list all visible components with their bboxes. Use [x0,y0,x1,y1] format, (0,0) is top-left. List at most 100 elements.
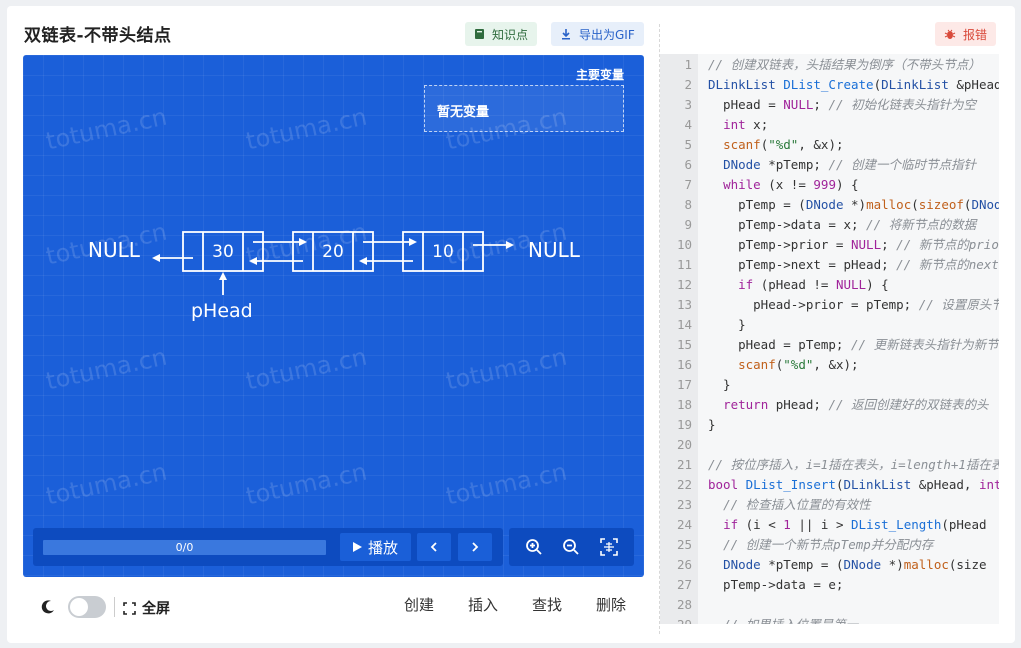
chevron-left-icon [430,542,437,552]
line-number: 16 [676,357,692,372]
code-line: 16 scanf("%d", &x); [660,355,999,375]
line-number: 4 [684,117,692,132]
search-button[interactable]: 查找 [532,594,562,615]
code-line: 24 if (i < 1 || i > DList_Length(pHead [660,515,999,535]
watermark: totuma.cn [43,457,170,511]
line-number: 12 [676,277,692,292]
code-line: 4 int x; [660,115,999,135]
line-number: 10 [676,237,692,252]
line-number: 15 [676,337,692,352]
report-button[interactable]: 报错 [935,22,997,46]
book-icon [475,29,484,39]
code-line: 5 scanf("%d", &x); [660,135,999,155]
moon-icon[interactable] [40,599,56,615]
grid-toggle-button[interactable] [593,533,625,561]
line-number: 18 [676,397,692,412]
code-line: 6 DNode *pTemp; // 创建一个临时节点指针 [660,155,999,175]
bug-icon [944,29,956,39]
zoom-in-button[interactable] [518,533,550,561]
line-number: 24 [676,517,692,532]
play-label: 播放 [367,538,398,557]
progress-bar[interactable]: 0/0 [43,540,326,555]
play-button[interactable]: 播放 [340,533,411,561]
fullscreen-button[interactable]: 全屏 [123,598,170,618]
line-number: 8 [684,197,692,212]
line-number: 21 [676,457,692,472]
code-line: 25 // 创建一个新节点pTemp并分配内存 [660,535,999,555]
code-line: 27 pTemp->data = e; [660,575,999,595]
linked-list-diagram: 30 20 10 NULL NULL pHead [88,231,581,322]
zoom-out-icon [563,539,579,555]
line-number: 13 [676,297,692,312]
line-number: 11 [676,257,692,272]
code-line: 15 pHead = pTemp; // 更新链表头指针为新节点 [660,335,999,355]
insert-button[interactable]: 插入 [468,594,498,615]
play-icon [352,542,362,552]
node-value: 20 [322,242,344,262]
code-line: 17 } [660,375,999,395]
fullscreen-icon [123,601,136,615]
code-line: 22 bool DList_Insert(DLinkList &pHead, in… [660,475,999,495]
zoom-controls [509,528,634,566]
line-number: 25 [676,537,692,552]
progress-text: 0/0 [175,541,194,554]
null-right-label: NULL [528,238,581,262]
code-line: 7 while (x != 999) { [660,175,999,195]
theme-toggle[interactable] [68,596,106,618]
code-panel[interactable]: 1// 创建双链表，头插结果为倒序（不带头节点） 2 DLinkList DList… [660,54,999,624]
code-line: 8 pTemp = (DNode *)malloc(sizeof(DNode))… [660,195,999,215]
prev-step-button[interactable] [417,533,451,561]
line-number: 26 [676,557,692,572]
line-number: 9 [684,217,692,232]
knowledge-button[interactable]: 知识点 [465,22,538,46]
line-number: 17 [676,377,692,392]
line-number: 29 [660,615,692,624]
download-icon [562,29,570,40]
code-line: 9 pTemp->data = x; // 将新节点的数据 [660,215,999,235]
line-number: 5 [684,137,692,152]
fullscreen-label: 全屏 [142,601,170,617]
line-number: 20 [676,437,692,452]
visualization-canvas[interactable]: totuma.cn totuma.cn totuma.cn totuma.cn … [23,55,644,577]
code-line: 3 pHead = NULL; // 初始化链表头指针为空 [660,95,999,115]
line-number: 23 [676,497,692,512]
line-number: 19 [676,417,692,432]
line-number: 7 [684,177,692,192]
code-line: 21// 按位序插入，i=1插在表头，i=length+1插在表尾 [660,455,999,475]
line-number: 28 [676,597,692,612]
code-line: 2 DLinkList DList_Create(DLinkList &pHead… [660,75,999,95]
code-line: 18 return pHead; // 返回创建好的双链表的头 [660,395,999,415]
code-line: 19} [660,415,999,435]
code-line: 12 if (pHead != NULL) { [660,275,999,295]
node-value: 30 [212,242,234,262]
code-line: 1// 创建双链表，头插结果为倒序（不带头节点） [660,55,999,75]
null-left-label: NULL [88,238,141,262]
export-gif-button[interactable]: 导出为GIF [551,22,644,46]
watermark: totuma.cn [243,457,370,511]
line-number: 27 [676,577,692,592]
code-line: 13 pHead->prior = pTemp; // 设置原头节点 [660,295,999,315]
create-button[interactable]: 创建 [404,594,434,615]
toggle-knob [70,598,88,616]
code-line: 10 pTemp->prior = NULL; // 新节点的prior [660,235,999,255]
knowledge-label: 知识点 [492,27,529,42]
next-step-button[interactable] [458,533,492,561]
line-number: 1 [684,57,692,72]
line-number: 6 [684,157,692,172]
phead-label: pHead [191,300,253,322]
code-line: 29 // 如果插入位置是第一 [660,615,999,624]
zoom-out-button[interactable] [555,533,587,561]
code-line: 26 DNode *pTemp = (DNode *)malloc(size [660,555,999,575]
line-number: 14 [676,317,692,332]
separator [114,597,115,617]
line-number: 22 [676,477,692,492]
line-number: 2 [684,77,692,92]
grid-icon [600,538,618,556]
page-title: 双链表-不带头结点 [24,26,172,46]
line-number: 3 [684,97,692,112]
code-line: 23 // 检查插入位置的有效性 [660,495,999,515]
node-value: 10 [432,242,454,262]
chevron-right-icon [472,542,479,552]
delete-button[interactable]: 删除 [596,594,626,615]
playback-controls: 0/0 播放 [33,528,503,566]
